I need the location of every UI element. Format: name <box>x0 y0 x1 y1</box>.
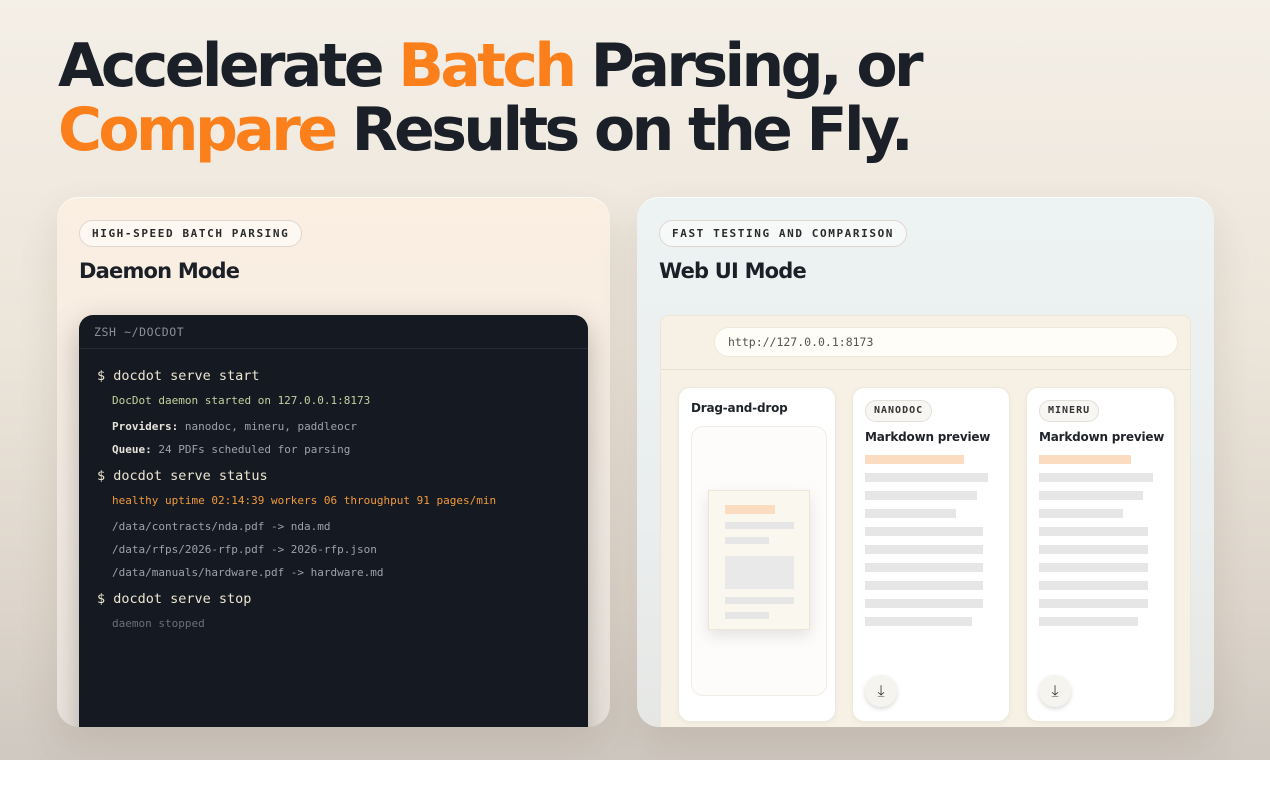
terminal-output-file-2: /data/rfps/2026-rfp.pdf -> 2026-rfp.json <box>112 543 377 556</box>
terminal-command-stop: $ docdot serve stop <box>97 591 252 607</box>
nanodoc-preview-title: Markdown preview <box>865 430 991 444</box>
preview-line <box>1039 581 1148 590</box>
preview-line <box>1039 491 1143 500</box>
preview-line <box>1039 455 1131 464</box>
terminal-output-stopped: daemon stopped <box>112 617 205 630</box>
preview-line <box>1039 599 1148 608</box>
terminal-output-file-3: /data/manuals/hardware.pdf -> hardware.m… <box>112 566 384 579</box>
drop-area[interactable] <box>691 426 827 696</box>
terminal-output-started: DocDot daemon started on 127.0.0.1:8173 <box>112 394 371 407</box>
preview-line <box>1039 473 1153 482</box>
headline-line-2: Compare Results on the Fly. <box>58 95 914 165</box>
terminal-command-start: $ docdot serve start <box>97 368 260 384</box>
doc-line <box>725 522 794 529</box>
headline-line-1: Accelerate Batch Parsing, or <box>58 31 924 101</box>
terminal-output-providers: Providers: nanodoc, mineru, paddleocr <box>112 420 358 433</box>
download-icon[interactable]: ⤓ <box>865 675 897 707</box>
doc-line <box>725 537 769 544</box>
terminal-output-file-1: /data/contracts/nda.pdf -> nda.md <box>112 520 331 533</box>
terminal-window: ZSH ~/DOCDOT $ docdot serve start DocDot… <box>79 315 588 727</box>
stage: Accelerate Batch Parsing, or Compare Res… <box>0 0 1270 760</box>
preview-line <box>1039 527 1148 536</box>
terminal-output-status: healthy uptime 02:14:39 workers 06 throu… <box>112 494 497 507</box>
doc-line <box>725 505 775 514</box>
mineru-tag: MINERU <box>1039 400 1100 422</box>
preview-line <box>865 473 988 482</box>
daemon-mode-card: HIGH-SPEED BATCH PARSING Daemon Mode ZSH… <box>57 197 610 727</box>
dropzone-panel[interactable]: Drag-and-drop <box>678 387 836 722</box>
preview-line <box>1039 617 1138 626</box>
url-bar[interactable]: http://127.0.0.1:8173 <box>714 327 1178 357</box>
dropzone-title: Drag-and-drop <box>691 401 788 415</box>
web-ui-mode-badge: FAST TESTING AND COMPARISON <box>659 220 908 247</box>
doc-image-block <box>725 556 794 589</box>
headline-accent-batch: Batch <box>398 31 577 101</box>
preview-line <box>865 509 956 518</box>
preview-line <box>1039 563 1148 572</box>
terminal-command-status: $ docdot serve status <box>97 468 268 484</box>
terminal-header: ZSH ~/DOCDOT <box>79 315 588 349</box>
nanodoc-tag: NANODOC <box>865 400 933 422</box>
preview-line <box>1039 545 1148 554</box>
preview-line <box>865 491 977 500</box>
headline: Accelerate Batch Parsing, or Compare Res… <box>58 31 924 165</box>
browser-window: http://127.0.0.1:8173 Drag-and-drop NANO… <box>660 315 1191 727</box>
web-ui-mode-title: Web UI Mode <box>659 259 807 283</box>
preview-line <box>865 527 983 536</box>
terminal-output-queue: Queue: 24 PDFs scheduled for parsing <box>112 443 351 456</box>
preview-line <box>865 563 983 572</box>
daemon-mode-badge: HIGH-SPEED BATCH PARSING <box>79 220 303 247</box>
daemon-mode-title: Daemon Mode <box>79 259 240 283</box>
doc-line <box>725 612 769 619</box>
preview-line <box>865 455 964 464</box>
web-ui-mode-card: FAST TESTING AND COMPARISON Web UI Mode … <box>637 197 1214 727</box>
preview-line <box>865 581 983 590</box>
nanodoc-preview-panel: NANODOC Markdown preview ⤓ <box>852 387 1010 722</box>
mineru-preview-title: Markdown preview <box>1039 430 1165 444</box>
doc-line <box>725 597 794 604</box>
preview-line <box>1039 509 1123 518</box>
mineru-preview-panel: MINERU Markdown preview ⤓ <box>1026 387 1175 722</box>
document-icon <box>708 490 810 630</box>
preview-line <box>865 599 983 608</box>
headline-accent-compare: Compare <box>58 95 338 165</box>
preview-line <box>865 617 972 626</box>
browser-divider <box>661 369 1190 370</box>
preview-line <box>865 545 983 554</box>
download-icon[interactable]: ⤓ <box>1039 675 1071 707</box>
